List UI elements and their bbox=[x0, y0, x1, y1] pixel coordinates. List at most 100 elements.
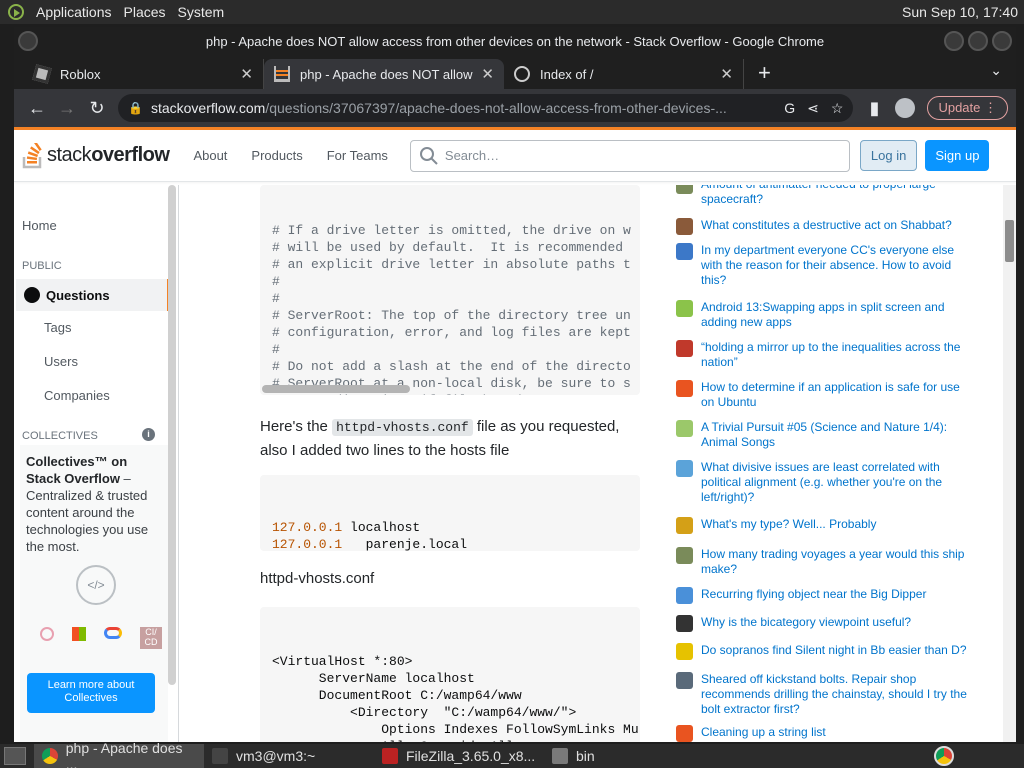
hot-question-item[interactable]: Amount of antimatter needed to propel la… bbox=[676, 185, 971, 207]
maximize-button[interactable] bbox=[968, 31, 988, 51]
hot-question-item[interactable]: How to determine if an application is sa… bbox=[676, 380, 971, 410]
login-button[interactable]: Log in bbox=[859, 140, 918, 171]
hot-question-item[interactable]: How many trading voyages a year would th… bbox=[676, 547, 971, 577]
tab-roblox[interactable]: Roblox ✕ bbox=[24, 59, 264, 89]
hot-question-item[interactable]: A Trivial Pursuit #05 (Science and Natur… bbox=[676, 420, 971, 450]
nav-questions[interactable]: Questions bbox=[16, 279, 170, 311]
code-host: localhost bbox=[342, 520, 421, 535]
show-desktop-button[interactable] bbox=[4, 747, 26, 765]
google-cloud-icon[interactable] bbox=[104, 627, 122, 639]
hot-question-title[interactable]: Cleaning up a string list bbox=[701, 725, 971, 742]
hot-question-title[interactable]: How many trading voyages a year would th… bbox=[701, 547, 971, 577]
back-button[interactable]: ← bbox=[22, 98, 52, 119]
hot-question-item[interactable]: In my department everyone CC's everyone … bbox=[676, 243, 971, 288]
hot-question-title[interactable]: What divisive issues are least correlate… bbox=[701, 460, 971, 505]
hot-question-item[interactable]: What's my type? Well... Probably bbox=[676, 517, 971, 534]
nav-tags[interactable]: Tags bbox=[44, 320, 71, 335]
taskbar-item[interactable]: bin bbox=[544, 744, 624, 768]
hot-network-questions: Amount of antimatter needed to propel la… bbox=[676, 185, 976, 742]
hot-question-item[interactable]: Sheared off kickstand bolts. Repair shop… bbox=[676, 672, 971, 717]
hot-question-item[interactable]: Do sopranos find Silent night in Bb easi… bbox=[676, 643, 971, 660]
code-horizontal-scrollbar[interactable] bbox=[262, 385, 410, 393]
hot-question-item[interactable]: “holding a mirror up to the inequalities… bbox=[676, 340, 971, 370]
microsoft-icon[interactable] bbox=[72, 627, 86, 641]
profile-avatar[interactable] bbox=[895, 98, 916, 118]
sidebar-scrollbar[interactable] bbox=[168, 185, 176, 685]
taskbar-label: FileZilla_3.65.0_x8... bbox=[406, 748, 536, 764]
url-path: /questions/37067397/apache-does-not-allo… bbox=[265, 100, 727, 116]
hot-question-item[interactable]: Cleaning up a string list bbox=[676, 725, 971, 742]
hot-question-title[interactable]: Recurring flying object near the Big Dip… bbox=[701, 587, 971, 604]
bookmark-star-icon[interactable]: ☆ bbox=[831, 100, 844, 117]
signup-button[interactable]: Sign up bbox=[925, 140, 990, 171]
hot-question-title[interactable]: In my department everyone CC's everyone … bbox=[701, 243, 971, 288]
side-panel-icon[interactable]: ▮ bbox=[859, 98, 889, 119]
distro-logo-icon[interactable] bbox=[8, 4, 24, 20]
hot-question-title[interactable]: How to determine if an application is sa… bbox=[701, 380, 971, 410]
hot-question-item[interactable]: What divisive issues are least correlate… bbox=[676, 460, 971, 505]
hot-question-item[interactable]: Recurring flying object near the Big Dip… bbox=[676, 587, 971, 604]
info-icon[interactable]: i bbox=[142, 428, 155, 441]
menu-applications[interactable]: Applications bbox=[30, 4, 118, 20]
close-window-button[interactable] bbox=[992, 31, 1012, 51]
so-logo[interactable]: stack overflow bbox=[22, 142, 170, 169]
code-line: AllowOverride All bbox=[272, 738, 628, 742]
hot-question-title[interactable]: Sheared off kickstand bolts. Repair shop… bbox=[701, 672, 971, 717]
site-icon bbox=[676, 420, 693, 437]
minimize-button[interactable] bbox=[944, 31, 964, 51]
collective-logo-icon[interactable] bbox=[40, 627, 54, 641]
forward-button[interactable]: → bbox=[52, 98, 82, 119]
hot-question-item[interactable]: Android 13:Swapping apps in split screen… bbox=[676, 300, 971, 330]
window-menu-button[interactable] bbox=[18, 31, 38, 51]
close-icon[interactable]: ✕ bbox=[481, 65, 494, 83]
hot-question-item[interactable]: What constitutes a destructive act on Sh… bbox=[676, 218, 971, 235]
code-line: # will be used by default. It is recomme… bbox=[272, 240, 624, 255]
hot-question-title[interactable]: Android 13:Swapping apps in split screen… bbox=[701, 300, 971, 330]
hot-question-title[interactable]: What's my type? Well... Probably bbox=[701, 517, 971, 534]
search-input[interactable]: Search… bbox=[409, 139, 850, 172]
inline-code: httpd-vhosts.conf bbox=[332, 419, 473, 436]
chrome-tray-icon[interactable] bbox=[934, 746, 954, 766]
nav-companies[interactable]: Companies bbox=[44, 388, 110, 403]
hot-question-title[interactable]: What constitutes a destructive act on Sh… bbox=[701, 218, 971, 235]
hot-question-item[interactable]: Why is the bicategory viewpoint useful? bbox=[676, 615, 971, 632]
so-header: stack overflow About Products For Teams S… bbox=[14, 130, 1016, 182]
cicd-icon[interactable]: CI/CD bbox=[140, 627, 162, 649]
reload-button[interactable]: ↻ bbox=[82, 98, 112, 119]
clock[interactable]: Sun Sep 10, 17:40 bbox=[902, 4, 1024, 20]
site-icon bbox=[676, 547, 693, 564]
hot-question-title[interactable]: Why is the bicategory viewpoint useful? bbox=[701, 615, 971, 632]
tab-index[interactable]: Index of / ✕ bbox=[504, 59, 744, 89]
answer-paragraph: Here's the httpd-vhosts.conf file as you… bbox=[260, 415, 640, 462]
menu-places[interactable]: Places bbox=[118, 4, 172, 20]
nav-questions-label: Questions bbox=[46, 287, 110, 303]
code-line: ServerName localhost bbox=[272, 671, 475, 686]
tab-search-chevron-icon[interactable]: ⌄ bbox=[990, 62, 1002, 79]
nav-for-teams[interactable]: For Teams bbox=[327, 148, 388, 163]
taskbar-item[interactable]: php - Apache does ... bbox=[34, 740, 204, 768]
address-bar[interactable]: 🔒 stackoverflow.com/questions/37067397/a… bbox=[118, 94, 854, 122]
learn-more-collectives-button[interactable]: Learn more about Collectives bbox=[27, 673, 155, 713]
tab-stackoverflow[interactable]: php - Apache does NOT allow ✕ bbox=[264, 59, 504, 89]
hot-question-title[interactable]: “holding a mirror up to the inequalities… bbox=[701, 340, 971, 370]
nav-home[interactable]: Home bbox=[22, 218, 57, 233]
nav-users[interactable]: Users bbox=[44, 354, 78, 369]
hot-question-title[interactable]: A Trivial Pursuit #05 (Science and Natur… bbox=[701, 420, 971, 450]
close-icon[interactable]: ✕ bbox=[720, 65, 733, 83]
close-icon[interactable]: ✕ bbox=[240, 65, 253, 83]
hot-question-title[interactable]: Amount of antimatter needed to propel la… bbox=[701, 185, 971, 207]
page-scrollbar[interactable] bbox=[1003, 185, 1016, 742]
taskbar-item[interactable]: FileZilla_3.65.0_x8... bbox=[374, 744, 544, 768]
page-scrollbar-thumb[interactable] bbox=[1005, 220, 1014, 262]
menu-system[interactable]: System bbox=[172, 4, 231, 20]
window-titlebar[interactable]: php - Apache does NOT allow access from … bbox=[14, 27, 1016, 55]
lock-icon[interactable]: 🔒 bbox=[128, 101, 143, 115]
hot-question-title[interactable]: Do sopranos find Silent night in Bb easi… bbox=[701, 643, 971, 660]
new-tab-button[interactable]: + bbox=[758, 60, 771, 86]
taskbar-item[interactable]: vm3@vm3:~ bbox=[204, 744, 374, 768]
update-button[interactable]: Update ⋮ bbox=[927, 96, 1008, 120]
nav-products[interactable]: Products bbox=[251, 148, 302, 163]
share-icon[interactable]: ⋖ bbox=[807, 100, 819, 117]
nav-about[interactable]: About bbox=[193, 148, 227, 163]
google-lens-icon[interactable]: G bbox=[784, 100, 795, 116]
